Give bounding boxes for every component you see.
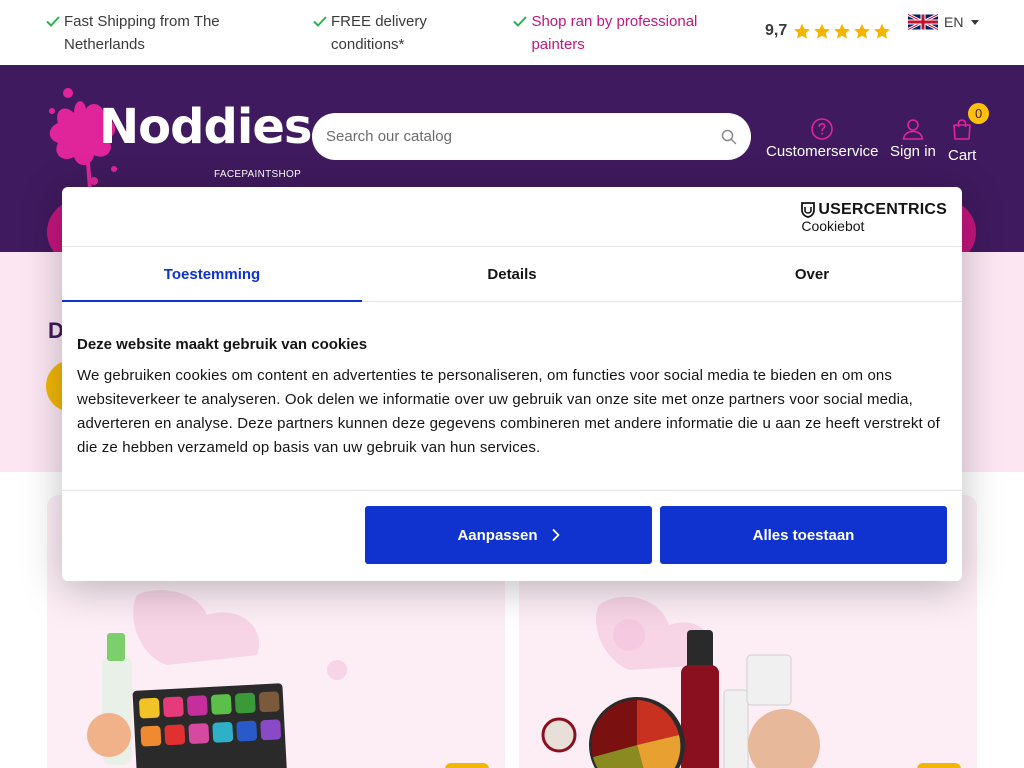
- cart-count-badge: 0: [968, 103, 990, 124]
- customize-button-label: Aanpassen: [457, 526, 538, 544]
- product-badge: [445, 763, 489, 768]
- tab-over[interactable]: Over: [662, 247, 962, 301]
- cookie-tabs: Toestemming Details Over: [62, 247, 962, 302]
- uk-flag-icon: [908, 14, 938, 30]
- tab-details[interactable]: Details: [362, 247, 662, 301]
- sign-in-label: Sign in: [890, 143, 936, 160]
- usp-painters: Shop ran by professional painters: [513, 10, 733, 56]
- shield-icon: [801, 202, 816, 218]
- allow-all-button[interactable]: Alles toestaan: [660, 506, 947, 564]
- cart-icon-wrap: 0: [950, 103, 990, 145]
- cookie-dialog-header: USERCENTRICS Cookiebot: [62, 187, 962, 247]
- sign-in-link[interactable]: Sign in: [890, 117, 936, 160]
- cookie-consent-dialog: USERCENTRICS Cookiebot Toestemming Detai…: [62, 187, 962, 581]
- tab-toestemming[interactable]: Toestemming: [62, 247, 362, 302]
- noddies-logo[interactable]: Noddies FACEPAINTSHOP: [44, 83, 312, 193]
- rating-score: 9,7: [765, 22, 788, 39]
- cart-label: Cart: [948, 147, 977, 164]
- star-icon: [794, 23, 811, 39]
- cookie-title: Deze website maakt gebruik van cookies: [77, 336, 368, 353]
- chevron-right-icon: [552, 529, 559, 541]
- usercentrics-wordmark: USERCENTRICS: [818, 201, 947, 218]
- language-code: EN: [944, 14, 964, 30]
- logo-text: Noddies: [99, 99, 312, 155]
- usercentrics-logo: USERCENTRICS Cookiebot: [801, 201, 947, 234]
- shop-rating[interactable]: 9,7: [765, 22, 891, 40]
- allow-all-button-label: Alles toestaan: [752, 526, 855, 544]
- star-icon: [874, 23, 891, 39]
- star-icon: [854, 23, 871, 39]
- usp-delivery: FREE delivery conditions*: [313, 10, 483, 56]
- usp-shipping: Fast Shipping from The Netherlands: [46, 10, 266, 56]
- cart-link[interactable]: 0 Cart: [948, 103, 990, 164]
- check-icon: [46, 10, 60, 33]
- star-icon: [814, 23, 831, 39]
- customerservice-link[interactable]: Customerservice: [766, 117, 879, 160]
- cookie-dialog-body: Deze website maakt gebruik van cookies W…: [62, 302, 962, 491]
- search-icon[interactable]: [721, 129, 737, 145]
- logo-subtitle: FACEPAINTSHOP: [214, 169, 302, 180]
- usp-painters-link[interactable]: Shop ran by professional painters: [531, 10, 733, 56]
- check-icon: [513, 10, 527, 33]
- star-icon: [834, 23, 851, 39]
- cookiebot-wordmark: Cookiebot: [801, 218, 865, 234]
- product-badge: [917, 763, 961, 768]
- usercentrics-brand: USERCENTRICS: [801, 201, 947, 219]
- help-circle-icon: [811, 118, 834, 140]
- cookie-description: We gebruiken cookies om content en adver…: [77, 367, 940, 456]
- rating-stars: [793, 23, 891, 40]
- search-input[interactable]: [326, 128, 721, 145]
- usp-delivery-text[interactable]: FREE delivery conditions*: [331, 10, 483, 56]
- language-selector[interactable]: EN: [908, 14, 980, 30]
- usp-shipping-text: Fast Shipping from The Netherlands: [64, 13, 220, 53]
- chevron-down-icon: [971, 19, 980, 25]
- user-icon: [902, 119, 924, 140]
- cookie-dialog-footer: Aanpassen Alles toestaan: [62, 491, 962, 580]
- customerservice-label: Customerservice: [766, 143, 879, 160]
- search-bar[interactable]: [312, 113, 751, 160]
- check-icon: [313, 10, 327, 33]
- top-usp-bar: Fast Shipping from The Netherlands FREE …: [0, 0, 1024, 65]
- customize-button[interactable]: Aanpassen: [365, 506, 652, 564]
